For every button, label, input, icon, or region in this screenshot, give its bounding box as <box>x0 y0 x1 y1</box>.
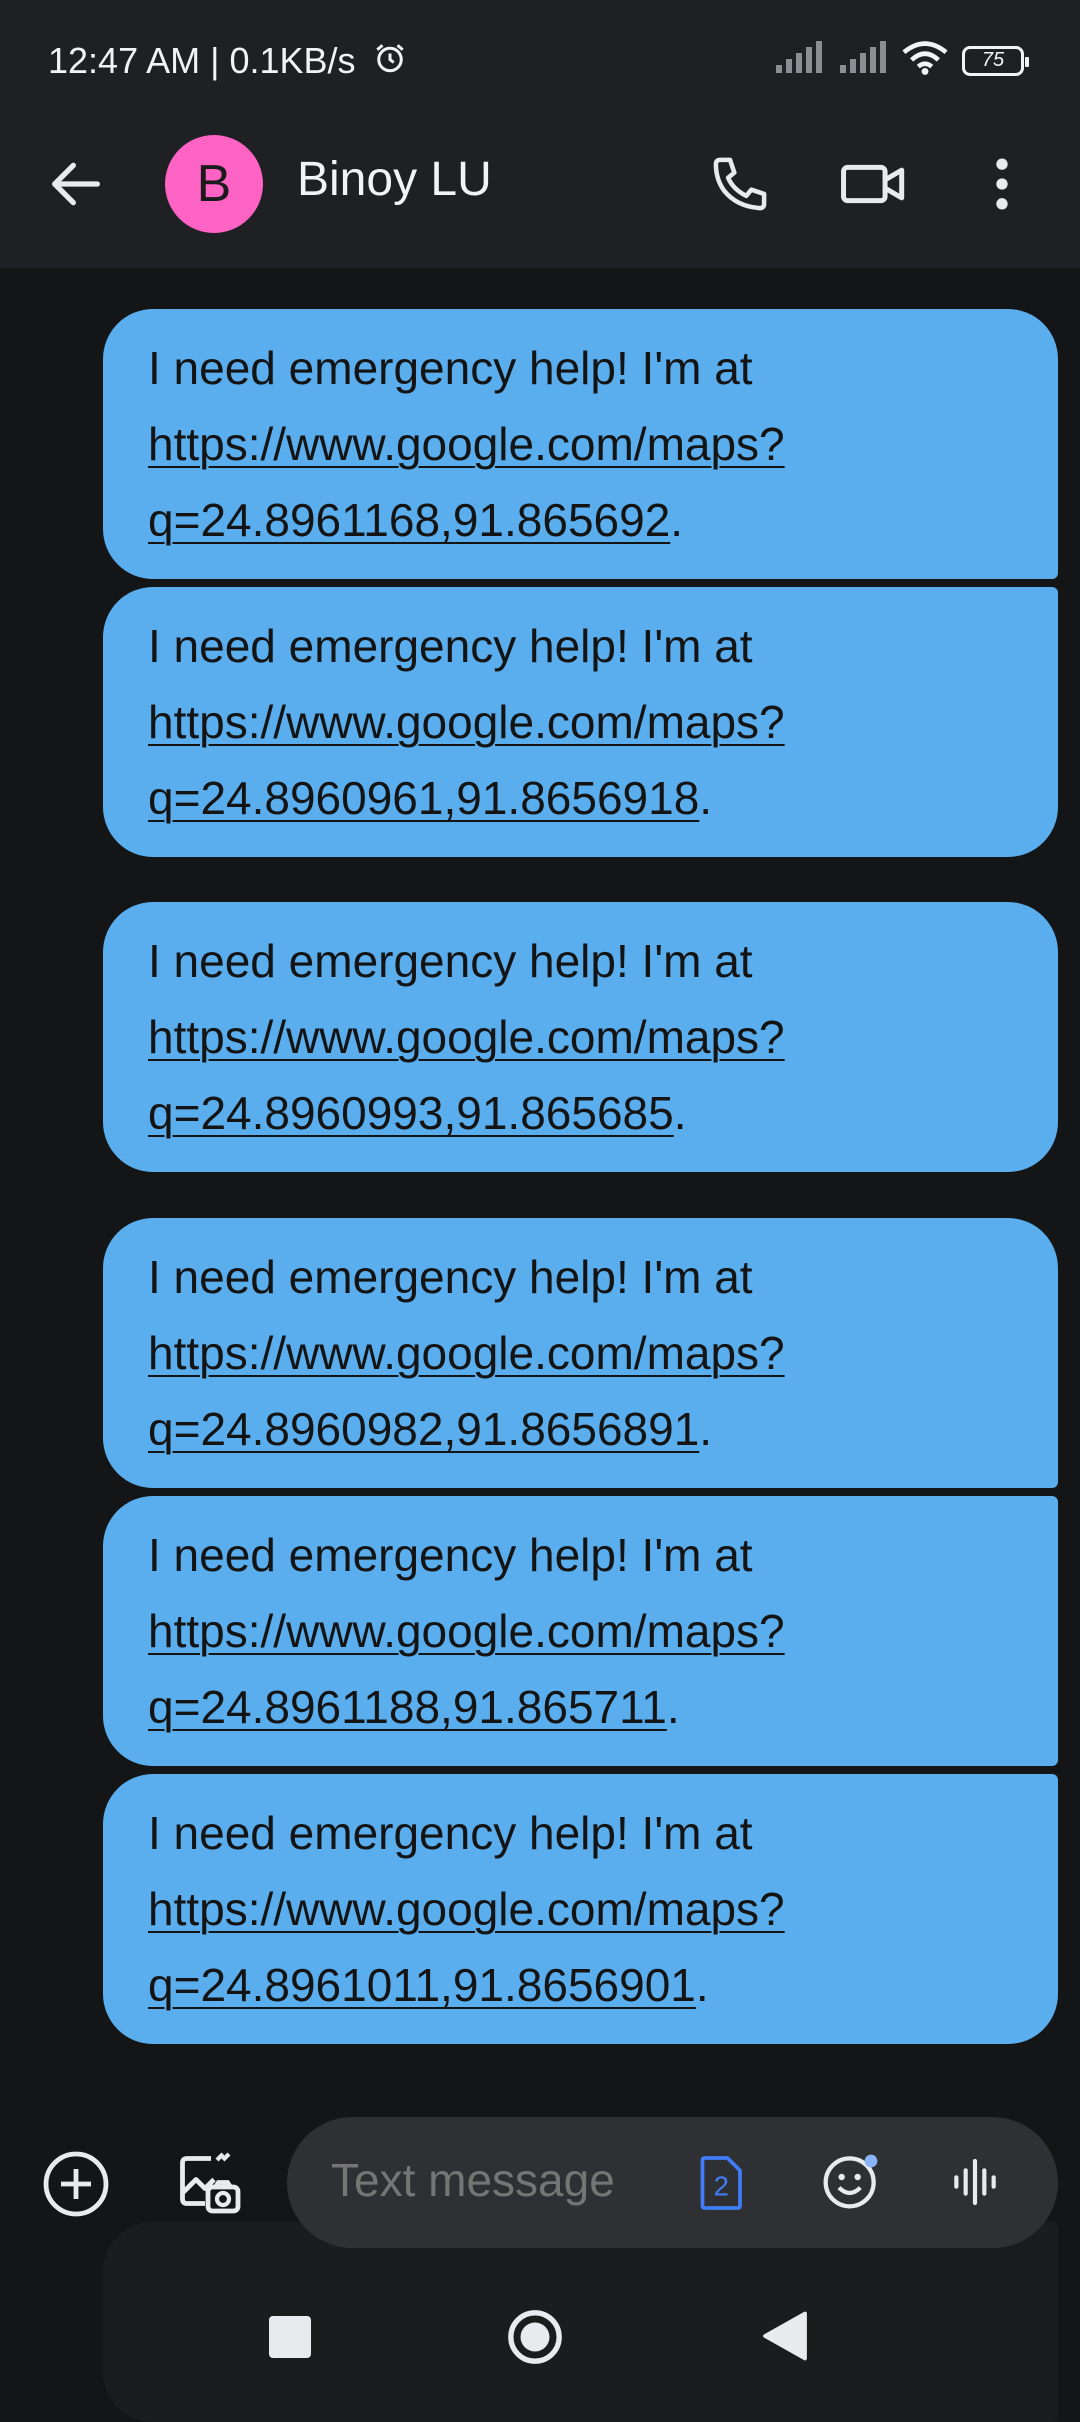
battery-level: 75 <box>981 49 1005 71</box>
message-text: I need emergency help! I'm at <box>148 342 753 394</box>
message-link[interactable]: https://www.google.com/maps?q=24.8960993… <box>148 1011 785 1139</box>
message-bubble[interactable]: I need emergency help! I'm at https://ww… <box>103 1774 1058 2044</box>
message-bubble[interactable]: I need emergency help! I'm at https://ww… <box>103 1218 1058 1488</box>
message-link[interactable]: https://www.google.com/maps?q=24.8960982… <box>148 1327 785 1455</box>
message-bubble[interactable]: I need emergency help! I'm at https://ww… <box>103 902 1058 1172</box>
signal-icon <box>838 41 888 80</box>
message-link[interactable]: https://www.google.com/maps?q=24.8961011… <box>148 1883 785 2011</box>
wifi-icon <box>902 40 948 81</box>
message-trail: . <box>699 1403 713 1455</box>
battery-icon: 75 <box>962 45 1029 76</box>
message-link[interactable]: https://www.google.com/maps?q=24.8960961… <box>148 696 785 824</box>
avatar-letter: B <box>196 155 232 213</box>
signal-icon <box>774 41 824 80</box>
message-trail: . <box>673 1087 687 1139</box>
alarm-icon <box>372 40 408 81</box>
message-bubble[interactable]: I need emergency help! I'm at https://ww… <box>103 1496 1058 1766</box>
home-button[interactable] <box>506 2308 564 2366</box>
message-link[interactable]: https://www.google.com/maps?q=24.8961188… <box>148 1605 785 1733</box>
sim-icon[interactable]: 2 <box>692 2153 748 2213</box>
contact-name[interactable]: Binoy LU <box>297 152 492 207</box>
recents-button[interactable] <box>269 2316 311 2358</box>
message-text: I need emergency help! I'm at <box>148 1529 753 1581</box>
message-text: I need emergency help! I'm at <box>148 1251 753 1303</box>
voice-icon[interactable] <box>947 2153 1003 2211</box>
status-time: 12:47 AM | 0.1KB/s <box>48 40 356 81</box>
back-nav-button[interactable] <box>760 2308 810 2364</box>
back-arrow-icon[interactable] <box>44 152 108 216</box>
conversation-header: B Binoy LU <box>0 122 1080 268</box>
message-text: I need emergency help! I'm at <box>148 1807 753 1859</box>
message-bubble[interactable]: I need emergency help! I'm at https://ww… <box>103 309 1058 579</box>
add-circle-icon[interactable] <box>40 2148 112 2220</box>
message-link[interactable]: https://www.google.com/maps?q=24.8961168… <box>148 418 785 546</box>
sim-number: 2 <box>714 2171 729 2202</box>
message-trail: . <box>699 772 713 824</box>
message-text: I need emergency help! I'm at <box>148 935 753 987</box>
message-text: I need emergency help! I'm at <box>148 620 753 672</box>
message-trail: . <box>670 494 684 546</box>
more-vert-icon[interactable] <box>982 150 1022 218</box>
composer: 2 <box>0 2090 1080 2270</box>
video-call-icon[interactable] <box>838 150 910 218</box>
message-trail: . <box>695 1959 709 2011</box>
message-input-pill[interactable]: 2 <box>287 2117 1058 2248</box>
avatar[interactable]: B <box>165 135 263 233</box>
phone-icon[interactable] <box>706 150 774 218</box>
message-input[interactable] <box>331 2153 651 2207</box>
message-bubble[interactable]: I need emergency help! I'm at https://ww… <box>103 587 1058 857</box>
emoji-icon[interactable] <box>819 2149 883 2213</box>
message-trail: . <box>666 1681 680 1733</box>
status-bar: 12:47 AM | 0.1KB/s 75 <box>0 0 1080 122</box>
gallery-icon[interactable] <box>172 2148 244 2220</box>
